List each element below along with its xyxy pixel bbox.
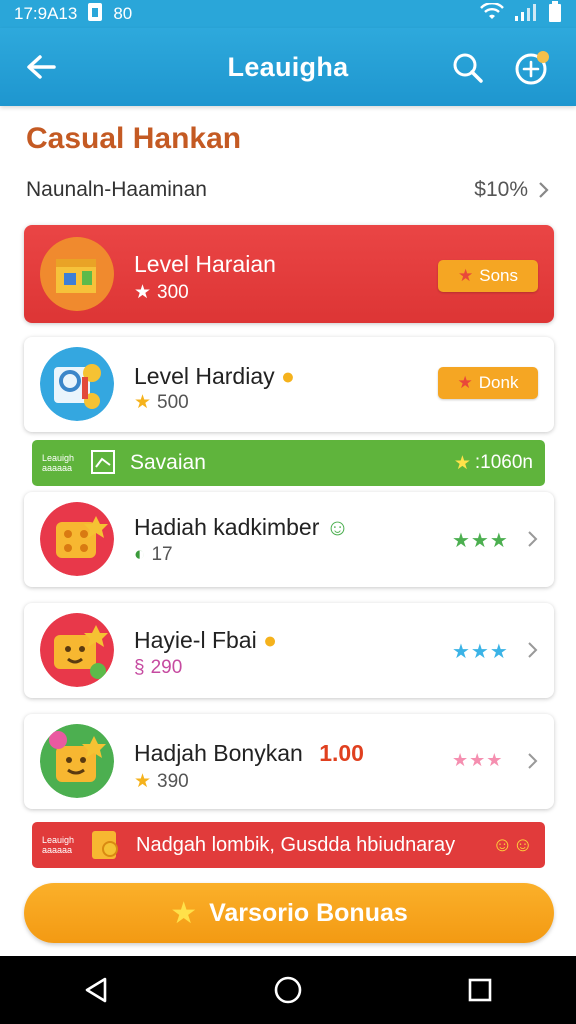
signal-icon bbox=[514, 2, 538, 27]
item-meta: ◐ 17 bbox=[134, 544, 173, 566]
search-icon[interactable] bbox=[448, 48, 488, 88]
star-icon: ★ bbox=[453, 452, 471, 474]
item-meta-value: 300 bbox=[157, 281, 189, 303]
list-item[interactable]: Level Haraian ★ 300 ★ Sons bbox=[24, 225, 554, 323]
item-meta: § 290 bbox=[134, 657, 182, 679]
chevron-right-icon bbox=[527, 641, 541, 661]
item-meta-value: 500 bbox=[157, 391, 189, 413]
star-icon: ★ bbox=[134, 392, 152, 413]
banner-tag: Leauigh aaaaaa bbox=[42, 828, 128, 862]
item-name: Level Haraian bbox=[134, 251, 276, 277]
subtitle-row[interactable]: Naunaln-Haaminan $10% bbox=[26, 174, 552, 206]
item-name-text: Hadiah kadkimber bbox=[134, 514, 320, 540]
tag-icon: § bbox=[134, 657, 145, 678]
bonus-button[interactable]: ★ Varsorio Bonuas bbox=[24, 883, 554, 943]
banner-text: Savaian bbox=[130, 451, 206, 474]
item-meta: ★ 500 bbox=[134, 391, 189, 414]
banner-tag-text: Leauigh aaaaaa bbox=[42, 835, 75, 855]
list-item[interactable]: Hadiah kadkimber ☺ ◐ 17 ★★★ bbox=[24, 492, 554, 587]
list-item[interactable]: Hadjah Bonykan 1.00 ★ 390 ★★★ bbox=[24, 714, 554, 809]
rating-stars: ★★★ bbox=[452, 530, 509, 552]
star-icon: ★ bbox=[170, 896, 198, 930]
nav-back-icon[interactable] bbox=[66, 960, 126, 1020]
app-bar: Leauigha bbox=[0, 28, 576, 106]
banner-text: Nadgah lombik, Gusdda hbiudnaray bbox=[136, 833, 456, 856]
status-extra: 80 bbox=[113, 4, 133, 23]
page-title: Casual Hankan bbox=[26, 122, 242, 155]
subtitle-value: $10% bbox=[474, 178, 528, 201]
item-meta: ★ 390 bbox=[134, 770, 189, 793]
item-name-text: Hayie-l Fbai bbox=[134, 627, 257, 653]
clock-icon: ◐ bbox=[134, 544, 146, 565]
list-item[interactable]: Level Hardiay ● ★ 500 ★ Donk bbox=[24, 337, 554, 432]
item-meta-value: 17 bbox=[151, 544, 173, 565]
item-thumbnail bbox=[40, 347, 114, 421]
banner-value: ★ :1060n bbox=[454, 452, 533, 475]
star-icon: ★ bbox=[457, 373, 473, 392]
banner-value-text: :1060n bbox=[474, 452, 533, 473]
item-thumbnail bbox=[40, 613, 114, 687]
sim-icon bbox=[87, 2, 103, 27]
item-thumbnail bbox=[40, 724, 114, 798]
nav-recents-icon[interactable] bbox=[450, 960, 510, 1020]
chevron-right-icon bbox=[527, 752, 541, 772]
badge-label: Donk bbox=[478, 373, 519, 392]
item-price: 1.00 bbox=[319, 740, 364, 766]
box-icon bbox=[90, 827, 120, 863]
item-name: Hadjah Bonykan 1.00 bbox=[134, 740, 364, 767]
nav-home-icon[interactable] bbox=[258, 960, 318, 1020]
emoji-icon: ☺☺ bbox=[492, 833, 533, 856]
item-name: Level Hardiay ● bbox=[134, 363, 295, 390]
app-title: Leauigha bbox=[227, 51, 349, 82]
subtitle-label: Naunaln-Haaminan bbox=[26, 178, 207, 201]
promo-banner[interactable]: Leauigh aaaaaa Savaian ★ :1060n bbox=[32, 440, 545, 486]
item-badge-button[interactable]: ★ Donk bbox=[438, 367, 538, 399]
banner-tag: Leauigh aaaaaa bbox=[42, 446, 122, 480]
chevron-right-icon bbox=[538, 180, 552, 200]
emoji-icon: ● bbox=[281, 363, 295, 389]
chevron-right-icon bbox=[527, 530, 541, 550]
item-meta-value: 390 bbox=[157, 770, 189, 792]
emoji-icon: ● bbox=[263, 627, 278, 653]
star-icon: ★ bbox=[458, 266, 474, 285]
star-icon: ★ bbox=[134, 771, 152, 792]
status-time: 17:9A13 bbox=[14, 4, 78, 23]
item-name: Hadiah kadkimber ☺ bbox=[134, 514, 349, 541]
settings-icon[interactable] bbox=[512, 48, 554, 88]
badge-label: Sons bbox=[479, 266, 518, 285]
list-item[interactable]: Hayie-l Fbai ● § 290 ★★★ bbox=[24, 603, 554, 698]
promo-banner[interactable]: Leauigh aaaaaa Nadgah lombik, Gusdda hbi… bbox=[32, 822, 545, 868]
rating-stars: ★★★ bbox=[452, 750, 504, 770]
rating-stars: ★★★ bbox=[452, 641, 509, 663]
wifi-icon bbox=[480, 1, 504, 26]
item-meta: ★ 300 bbox=[134, 281, 189, 304]
star-icon: ★ bbox=[134, 282, 152, 303]
bonus-button-label: Varsorio Bonuas bbox=[209, 898, 408, 927]
emoji-icon: ☺ bbox=[325, 514, 350, 540]
item-thumbnail bbox=[40, 502, 114, 576]
banner-tag-text: Leauigh aaaaaa bbox=[42, 453, 75, 473]
box-icon bbox=[90, 449, 116, 477]
item-name-text: Level Hardiay bbox=[134, 363, 275, 389]
item-name: Hayie-l Fbai ● bbox=[134, 627, 277, 654]
status-bar: 17:9A13 80 bbox=[0, 0, 576, 28]
item-badge-button[interactable]: ★ Sons bbox=[438, 260, 538, 292]
system-nav-bar bbox=[0, 956, 576, 1024]
item-meta-value: 290 bbox=[150, 657, 183, 678]
battery-icon bbox=[548, 0, 562, 28]
item-name-text: Hadjah Bonykan bbox=[134, 740, 303, 766]
item-thumbnail bbox=[40, 237, 114, 311]
